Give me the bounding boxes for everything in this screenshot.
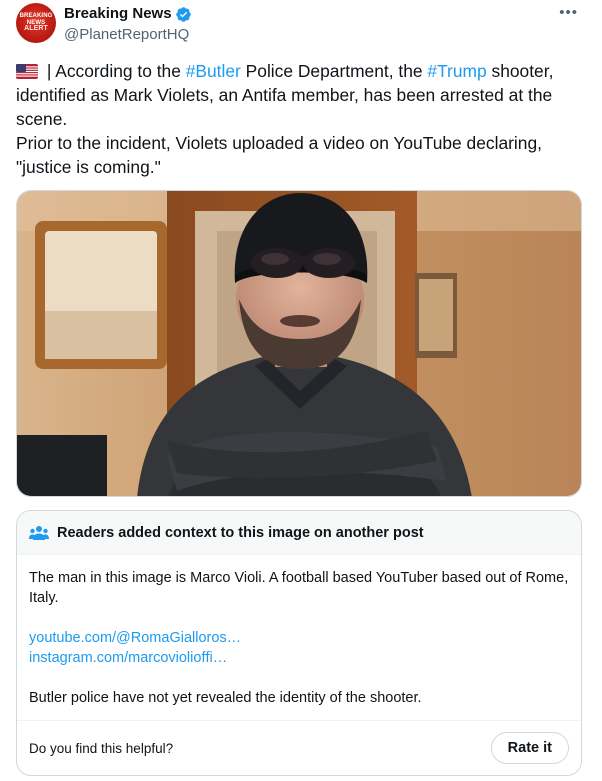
youtube-link[interactable]: youtube.com/@RomaGialloros… <box>29 628 569 648</box>
community-note-header: Readers added context to this image on a… <box>17 511 581 555</box>
community-note-text: The man in this image is Marco Violi. A … <box>29 570 569 606</box>
verified-badge-icon <box>175 6 191 22</box>
photo-man-in-beanie-and-sunglasses <box>17 191 581 496</box>
display-name[interactable]: Breaking News <box>64 4 172 24</box>
handle[interactable]: @PlanetReportHQ <box>64 25 189 45</box>
community-note-title: Readers added context to this image on a… <box>57 524 424 541</box>
people-icon <box>29 525 49 540</box>
community-note-footer-text: Butler police have not yet revealed the … <box>29 690 422 706</box>
avatar[interactable]: BREAKING NEWS ALERT <box>16 3 56 43</box>
community-note-footer: Do you find this helpful? Rate it <box>17 720 581 775</box>
author-name-row[interactable]: Breaking News <box>64 4 192 24</box>
tweet-text-segment: Police Department, the <box>240 61 428 81</box>
tweet-text-segment: | According to the <box>42 61 186 81</box>
tweet-text: | According to the #Butler Police Depart… <box>16 59 582 179</box>
community-note-body: The man in this image is Marco Violi. A … <box>17 555 581 741</box>
helpful-question: Do you find this helpful? <box>29 740 174 756</box>
us-flag-icon <box>16 64 38 79</box>
rate-it-button[interactable]: Rate it <box>490 732 569 764</box>
community-note: Readers added context to this image on a… <box>16 510 582 776</box>
more-options-button[interactable]: ••• <box>559 4 578 21</box>
avatar-text-line-3: ALERT <box>24 25 48 33</box>
instagram-link[interactable]: instagram.com/marcovioliofﬁ… <box>29 648 569 668</box>
tweet-photo[interactable] <box>16 190 582 497</box>
hashtag-trump[interactable]: #Trump <box>427 61 486 81</box>
hashtag-butler[interactable]: #Butler <box>186 61 241 81</box>
